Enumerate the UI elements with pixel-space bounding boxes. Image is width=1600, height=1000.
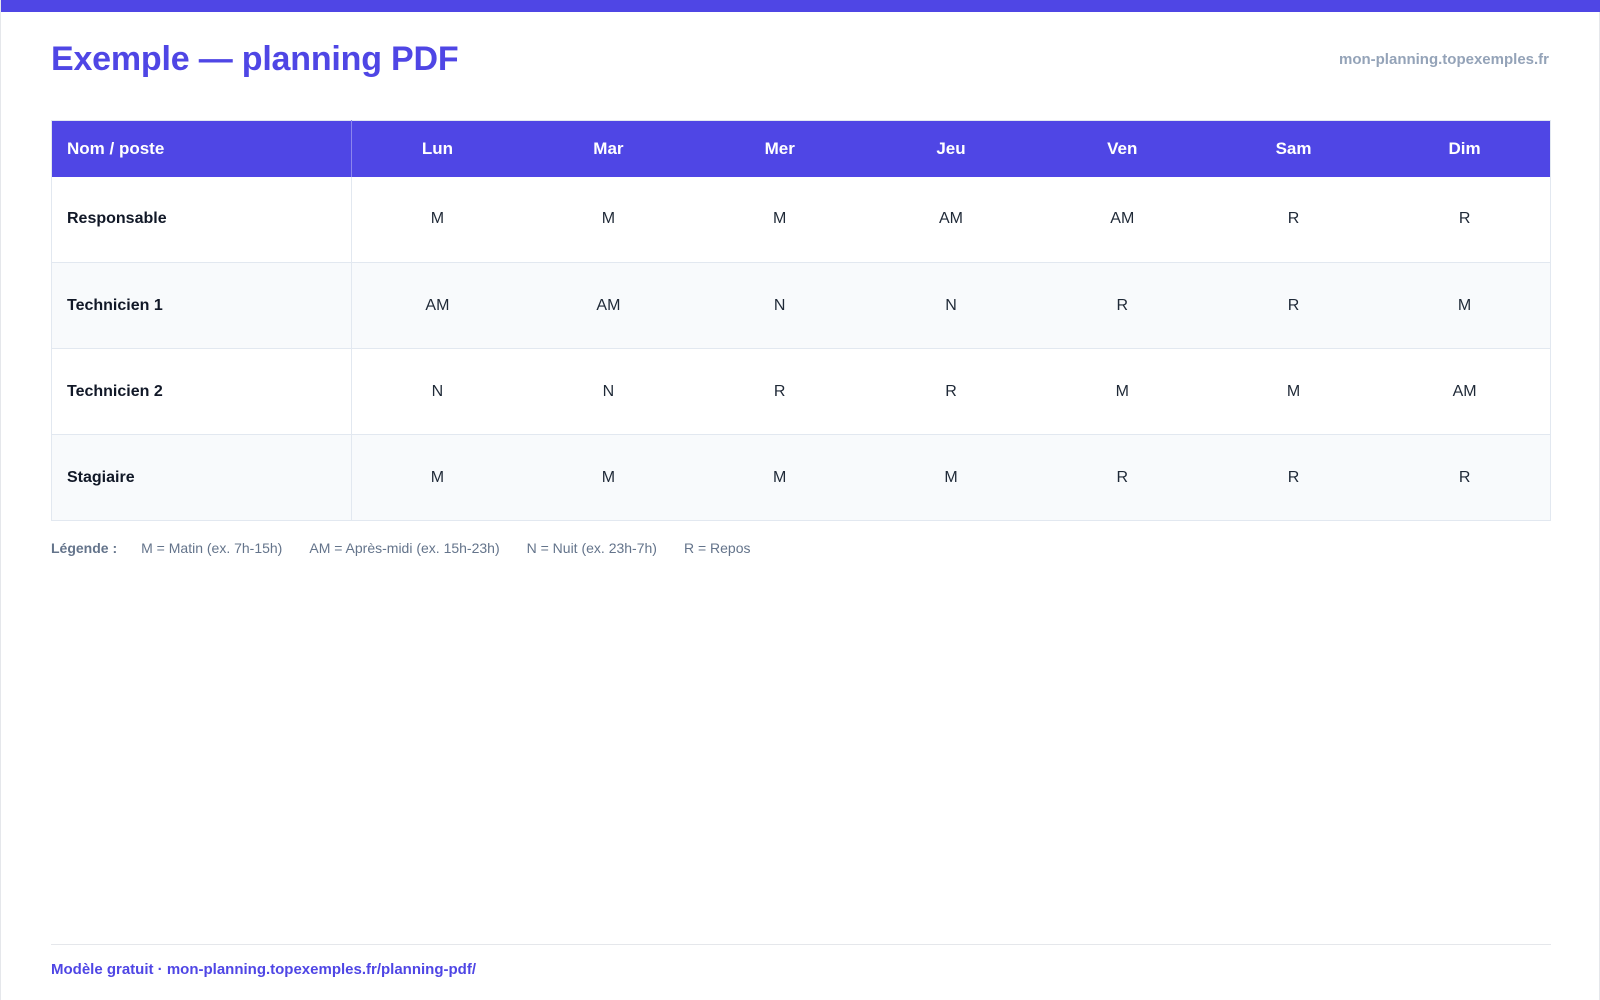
shift-cell: M: [351, 434, 523, 521]
legend: Légende : M = Matin (ex. 7h-15h) AM = Ap…: [51, 540, 778, 556]
planning-page: Exemple — planning PDF mon-planning.tope…: [0, 0, 1600, 1000]
shift-cell: R: [773, 382, 786, 400]
shift-cell: N: [602, 382, 615, 400]
shift-cell: R: [1379, 434, 1551, 521]
table-header-row: Nom / poste Lun Mar Mer Jeu Ven Sam Dim: [51, 120, 1551, 177]
column-header-day: Sam: [1207, 120, 1380, 177]
row-name-cell: Stagiaire: [51, 434, 352, 521]
shift-cell: N: [694, 262, 866, 349]
table-row: Technicien 1 AM AM N N R R M: [51, 262, 1551, 349]
shift-cell: R: [1287, 210, 1300, 228]
shift-cell: M: [1379, 262, 1551, 349]
column-header-day: Ven: [1036, 120, 1208, 177]
legend-item: N = Nuit (ex. 23h-7h): [526, 540, 657, 556]
legend-item: R = Repos: [683, 540, 751, 556]
legend-item: AM = Après-midi (ex. 15h-23h): [309, 540, 500, 556]
legend-label: Légende :: [51, 540, 118, 556]
footer-divider: [51, 944, 1551, 945]
page-title: Exemple — planning PDF: [51, 40, 459, 78]
top-accent-bar: [1, 0, 1600, 12]
shift-cell: AM: [1110, 210, 1135, 228]
shift-cell: AM: [1452, 382, 1477, 400]
shift-cell: M: [694, 434, 866, 521]
row-name-cell: Technicien 1: [51, 262, 352, 349]
column-header-day: Jeu: [865, 120, 1037, 177]
row-name-cell: Technicien 2: [51, 348, 352, 435]
schedule-table: Nom / poste Lun Mar Mer Jeu Ven Sam Dim …: [51, 120, 1551, 521]
shift-cell: R: [1458, 210, 1471, 228]
shift-cell: AM: [522, 262, 695, 349]
shift-cell: M: [430, 210, 445, 228]
column-header-name: Nom / poste: [51, 120, 352, 177]
shift-cell: M: [522, 434, 695, 521]
shift-cell: N: [431, 382, 444, 400]
shift-cell: R: [945, 382, 957, 400]
shift-cell: AM: [351, 262, 523, 349]
shift-cell: AM: [938, 210, 963, 228]
shift-cell: M: [1115, 382, 1129, 400]
column-header-day: Mer: [694, 120, 866, 177]
legend-item: M = Matin (ex. 7h-15h): [141, 540, 283, 556]
shift-cell: R: [1207, 262, 1380, 349]
site-url: mon-planning.topexemples.fr: [1338, 51, 1549, 68]
row-name-cell: Responsable: [51, 176, 352, 263]
table-row: Responsable M M M AM AM R R: [51, 176, 1551, 263]
shift-cell: M: [601, 210, 616, 228]
shift-cell: M: [1286, 382, 1301, 400]
shift-cell: M: [865, 434, 1037, 521]
shift-cell: M: [773, 210, 787, 228]
shift-cell: N: [865, 262, 1037, 349]
column-header-day: Mar: [522, 120, 695, 177]
shift-cell: R: [1036, 434, 1208, 521]
table-row: Technicien 2 N N R R M M AM: [51, 348, 1551, 435]
footer-link[interactable]: Modèle gratuit · mon-planning.topexemple…: [51, 961, 476, 978]
shift-cell: R: [1207, 434, 1380, 521]
column-header-day: Lun: [351, 120, 523, 177]
column-header-day: Dim: [1379, 120, 1551, 177]
table-row: Stagiaire M M M M R R R: [51, 434, 1551, 521]
shift-cell: R: [1036, 262, 1208, 349]
